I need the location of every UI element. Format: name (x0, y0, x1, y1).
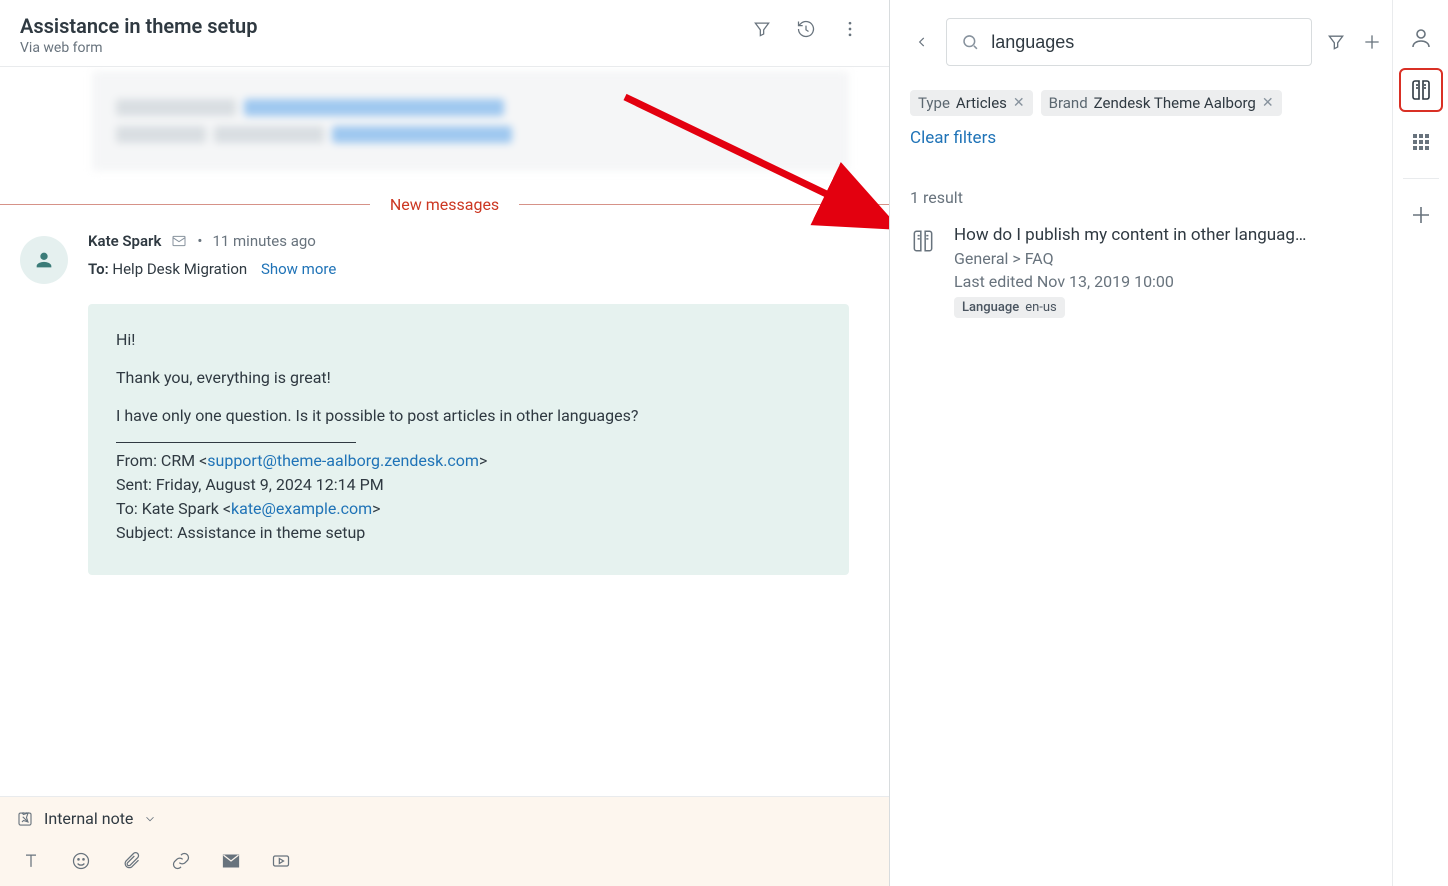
rail-knowledge-button[interactable] (1399, 68, 1443, 112)
filter-chip-type[interactable]: Type Articles ✕ (910, 90, 1033, 116)
message-timestamp: 11 minutes ago (212, 232, 315, 250)
filter-icon[interactable] (751, 18, 773, 40)
message-header: Kate Spark • 11 minutes ago To: Help Des… (0, 232, 889, 284)
composer-mode-label: Internal note (44, 809, 133, 828)
kb-back-button[interactable] (910, 30, 934, 54)
msg-line-2: I have only one question. Is it possible… (116, 404, 821, 428)
composer: Internal note (0, 796, 889, 886)
forward-from-email[interactable]: support@theme-aalborg.zendesk.com (207, 451, 479, 470)
kb-filter-button[interactable] (1324, 30, 1348, 54)
kb-result-tag: Language en-us (954, 297, 1065, 318)
composer-mode-selector[interactable]: Internal note (0, 797, 889, 840)
kb-add-button[interactable] (1360, 30, 1384, 54)
kb-result-title: How do I publish my content in other lan… (954, 225, 1384, 245)
search-icon (961, 32, 979, 52)
kb-result-edited: Last edited Nov 13, 2019 10:00 (954, 272, 1384, 291)
rail-divider (1403, 178, 1439, 179)
ticket-via: Via web form (20, 40, 751, 56)
new-messages-label: New messages (370, 195, 519, 214)
rail-add-app-button[interactable] (1399, 193, 1443, 237)
forward-to: To: Kate Spark <kate@example.com> (116, 497, 821, 521)
kb-search-box[interactable] (946, 18, 1312, 66)
to-value: Help Desk Migration (112, 260, 247, 278)
conversation-area[interactable]: New messages Kate Spark • 11 minutes ago… (0, 67, 889, 796)
kb-search-input[interactable] (991, 32, 1297, 53)
msg-greeting: Hi! (116, 328, 821, 352)
forward-subject: Subject: Assistance in theme setup (116, 521, 821, 545)
rail-profile-button[interactable] (1399, 16, 1443, 60)
forward-to-email[interactable]: kate@example.com (231, 499, 372, 518)
kb-result-count: 1 result (910, 188, 1384, 207)
message-body: Hi! Thank you, everything is great! I ha… (88, 304, 849, 575)
to-label: To: (88, 260, 109, 278)
msg-separator (116, 442, 356, 443)
channel-email-icon (171, 233, 187, 249)
forward-sent: Sent: Friday, August 9, 2024 12:14 PM (116, 473, 821, 497)
composer-toolbar (0, 840, 889, 886)
show-more-link[interactable]: Show more (261, 260, 336, 278)
email-icon[interactable] (220, 850, 242, 872)
video-icon[interactable] (270, 850, 292, 872)
knowledge-panel: Type Articles ✕ Brand Zendesk Theme Aalb… (890, 0, 1392, 886)
kb-result-item[interactable]: How do I publish my content in other lan… (910, 225, 1384, 318)
previous-message-preview (92, 71, 849, 171)
clear-filters-link[interactable]: Clear filters (910, 128, 1384, 148)
chip-remove-icon[interactable]: ✕ (1262, 95, 1274, 111)
filter-chip-brand[interactable]: Brand Zendesk Theme Aalborg ✕ (1041, 90, 1282, 116)
history-icon[interactable] (795, 18, 817, 40)
new-messages-divider: New messages (0, 195, 889, 214)
chip-remove-icon[interactable]: ✕ (1013, 95, 1025, 111)
link-icon[interactable] (170, 850, 192, 872)
ticket-title: Assistance in theme setup (20, 14, 751, 38)
sender-avatar[interactable] (20, 236, 68, 284)
text-format-icon[interactable] (20, 850, 42, 872)
rail-apps-button[interactable] (1399, 120, 1443, 164)
app-rail (1392, 0, 1448, 886)
emoji-icon[interactable] (70, 850, 92, 872)
article-icon (910, 228, 936, 254)
meta-separator: • (197, 232, 202, 250)
msg-line-1: Thank you, everything is great! (116, 366, 821, 390)
forward-from: From: CRM <support@theme-aalborg.zendesk… (116, 449, 821, 473)
kb-result-path: General > FAQ (954, 249, 1384, 268)
sender-name[interactable]: Kate Spark (88, 232, 161, 250)
more-icon[interactable] (839, 18, 861, 40)
ticket-header: Assistance in theme setup Via web form (0, 0, 889, 67)
kb-filter-chips: Type Articles ✕ Brand Zendesk Theme Aalb… (910, 90, 1384, 116)
attachment-icon[interactable] (120, 850, 142, 872)
